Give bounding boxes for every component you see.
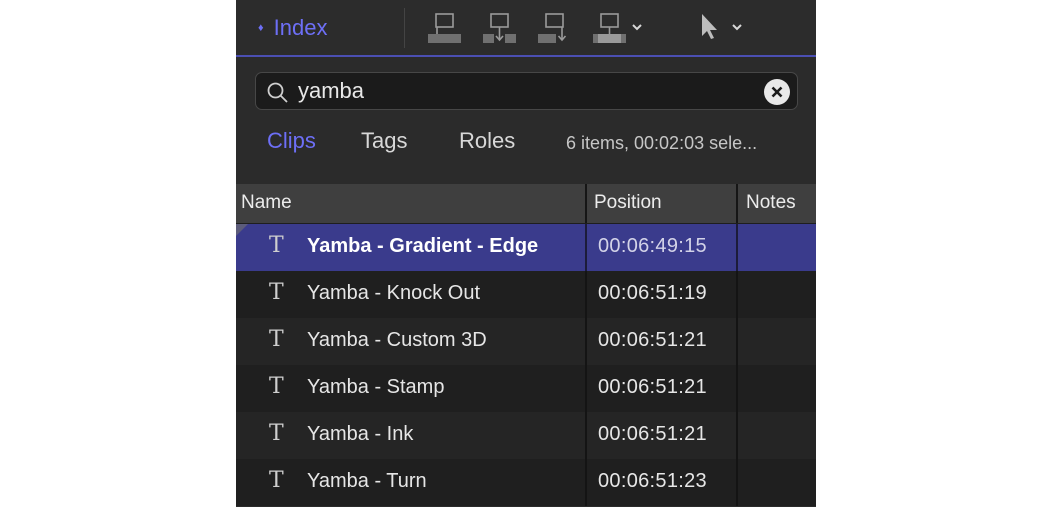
column-header-notes[interactable]: Notes — [746, 192, 796, 214]
clip-position: 00:06:51:21 — [598, 329, 707, 351]
column-header-name[interactable]: Name — [241, 192, 292, 214]
connect-clip-icon[interactable] — [426, 8, 466, 46]
clip-name: Yamba - Ink — [307, 423, 414, 445]
table-row[interactable]: T Yamba - Custom 3D 00:06:51:21 — [236, 318, 816, 365]
column-divider — [585, 412, 587, 459]
timeline-index-panel: ♦ Index yamba Clips Tags Roles 6 items, … — [236, 0, 816, 507]
clip-name: Yamba - Knock Out — [307, 282, 481, 304]
clip-position: 00:06:51:23 — [598, 470, 707, 492]
toolbar-accent-line — [236, 55, 816, 57]
column-divider — [736, 365, 738, 412]
tab-tags[interactable]: Tags — [361, 128, 407, 154]
column-divider — [585, 318, 587, 365]
column-divider — [736, 271, 738, 318]
column-divider — [736, 459, 738, 506]
column-divider[interactable] — [585, 184, 587, 223]
column-divider[interactable] — [736, 184, 738, 223]
tab-roles[interactable]: Roles — [459, 128, 515, 154]
search-field[interactable] — [255, 72, 798, 110]
clip-position: 00:06:51:21 — [598, 376, 707, 398]
select-tool-icon[interactable] — [696, 8, 756, 46]
title-text-icon: T — [269, 468, 284, 493]
clear-search-icon[interactable] — [764, 79, 790, 105]
diamond-icon: ♦ — [258, 22, 264, 34]
column-divider — [736, 412, 738, 459]
overwrite-clip-icon[interactable] — [591, 8, 651, 46]
toolbar-divider — [404, 8, 405, 48]
index-button[interactable]: ♦ Index — [258, 10, 327, 46]
tab-clips[interactable]: Clips — [267, 128, 316, 154]
table-row[interactable]: T Yamba - Knock Out 00:06:51:19 — [236, 271, 816, 318]
clip-name: Yamba - Custom 3D — [307, 329, 487, 351]
insert-clip-icon[interactable] — [481, 8, 521, 46]
title-text-icon: T — [269, 421, 284, 446]
playhead-marker — [236, 224, 248, 236]
clip-position: 00:06:49:15 — [598, 235, 707, 257]
title-text-icon: T — [269, 327, 284, 352]
table-header: Name Position Notes — [236, 184, 816, 224]
column-divider — [585, 224, 587, 271]
column-header-position[interactable]: Position — [594, 192, 662, 214]
title-text-icon: T — [269, 374, 284, 399]
table-row[interactable]: T Yamba - Stamp 00:06:51:21 — [236, 365, 816, 412]
search-icon — [266, 81, 290, 110]
table-row[interactable]: T Yamba - Gradient - Edge 00:06:49:15 — [236, 224, 816, 271]
column-divider — [585, 365, 587, 412]
index-label: Index — [273, 15, 328, 40]
table-row[interactable]: T Yamba - Turn 00:06:51:23 — [236, 459, 816, 506]
selection-summary: 6 items, 00:02:03 sele... — [566, 133, 758, 153]
toolbar: ♦ Index — [236, 0, 816, 56]
clip-name: Yamba - Stamp — [307, 376, 445, 398]
clip-list: T Yamba - Gradient - Edge 00:06:49:15 T … — [236, 224, 816, 506]
column-divider — [736, 224, 738, 271]
clip-name: Yamba - Gradient - Edge — [307, 235, 539, 257]
column-divider — [736, 318, 738, 365]
search-input[interactable] — [298, 76, 738, 106]
column-divider — [585, 459, 587, 506]
clip-name: Yamba - Turn — [307, 470, 427, 492]
clip-position: 00:06:51:19 — [598, 282, 707, 304]
title-text-icon: T — [269, 280, 284, 305]
append-clip-icon[interactable] — [536, 8, 576, 46]
table-row[interactable]: T Yamba - Ink 00:06:51:21 — [236, 412, 816, 459]
column-divider — [585, 271, 587, 318]
clip-position: 00:06:51:21 — [598, 423, 707, 445]
title-text-icon: T — [269, 233, 284, 258]
